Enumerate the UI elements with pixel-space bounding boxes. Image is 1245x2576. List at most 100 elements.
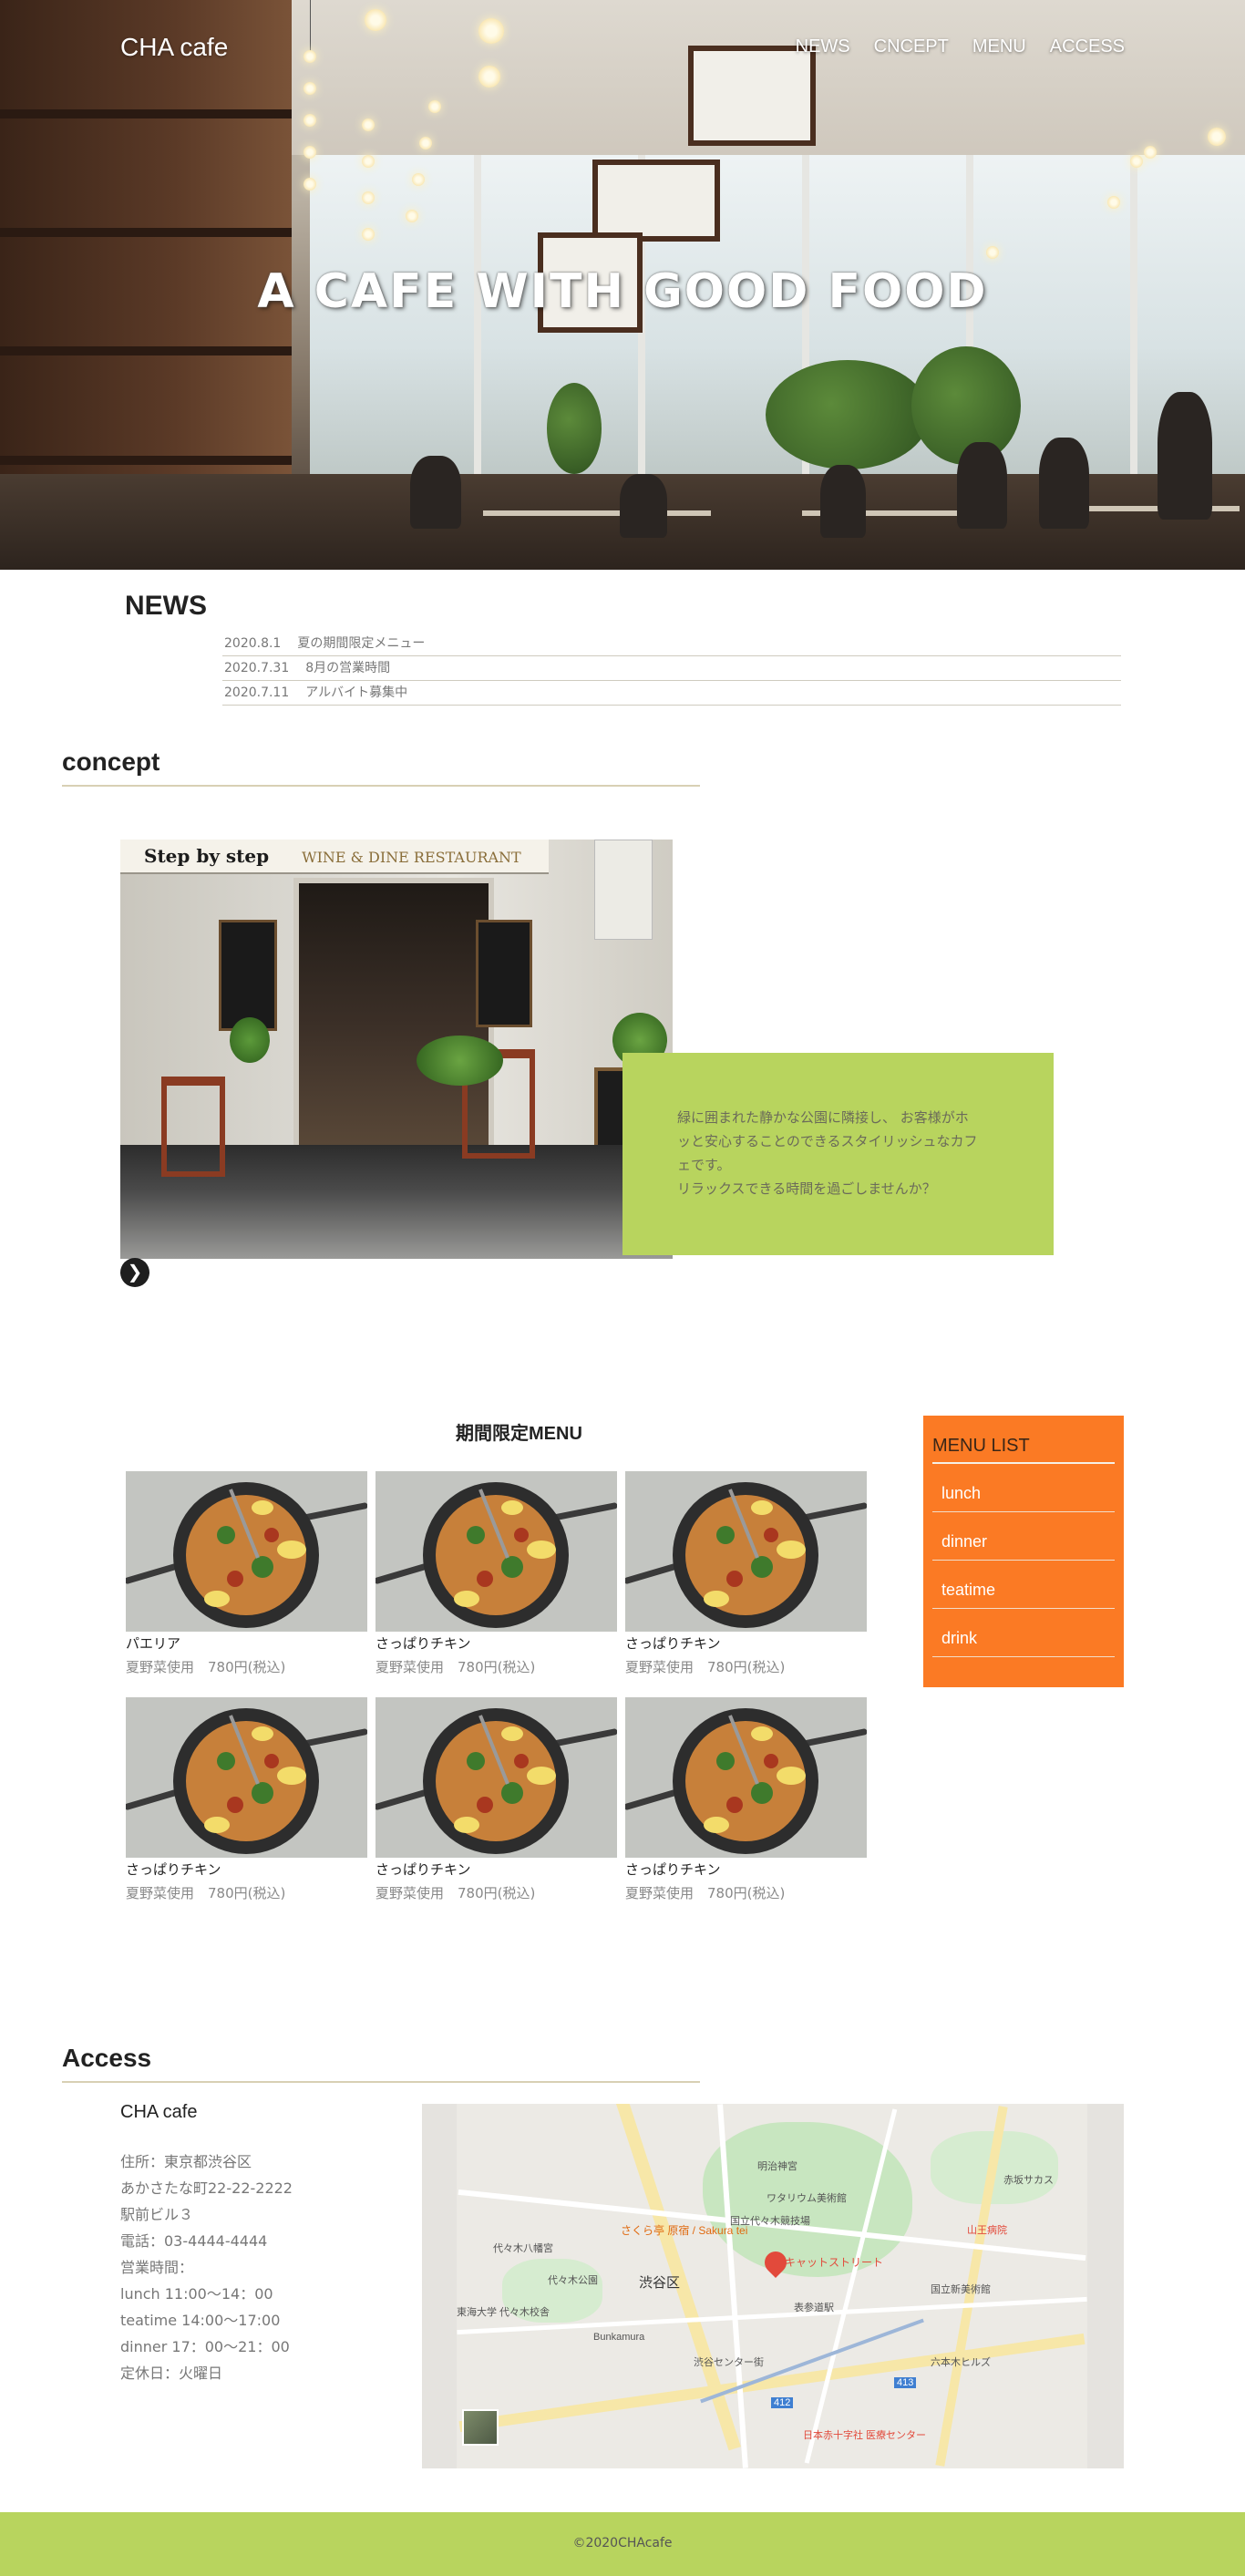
pendant-bulb-icon — [419, 137, 432, 149]
access-map[interactable]: 代々木八幡宮 代々木公園 明治神宮 国立代々木競技場 渋谷区 さくら亭 原宿 /… — [422, 2104, 1124, 2468]
paella-greens — [252, 1782, 273, 1804]
menu-list-item-teatime[interactable]: teatime — [932, 1561, 1115, 1609]
hero-plant — [766, 360, 930, 469]
paella-greens — [217, 1526, 235, 1544]
lemon-wedge — [501, 1726, 523, 1741]
menu-card[interactable]: さっぱりチキン 夏野菜使用 780円(税込) — [376, 1471, 617, 1675]
paella-pepper — [726, 1797, 743, 1813]
paella-greens — [501, 1556, 523, 1578]
hero-table — [483, 510, 711, 516]
menu-card[interactable]: パエリア 夏野菜使用 780円(税込) — [126, 1471, 367, 1675]
dish-desc: 夏野菜使用 780円(税込) — [625, 1885, 786, 1901]
menu-list-item-drink[interactable]: drink — [932, 1609, 1115, 1657]
menu-card[interactable]: さっぱりチキン 夏野菜使用 780円(税込) — [625, 1697, 867, 1901]
paella-illustration — [625, 1471, 867, 1632]
brand-logo[interactable]: CHA cafe — [120, 33, 228, 62]
dish-photo — [625, 1697, 867, 1858]
concept-text-box: 緑に囲まれた静かな公園に隣接し、 お客様がホ ッと安心することのできるスタイリッ… — [622, 1053, 1054, 1255]
circle-arrow-right-icon[interactable]: ❯ — [120, 1258, 149, 1287]
news-item[interactable]: 2020.8.1 夏の期間限定メニュー — [222, 632, 1121, 656]
map-label: 渋谷区 — [639, 2275, 681, 2291]
nav-concept[interactable]: CNCEPT — [874, 36, 949, 57]
lemon-wedge — [777, 1540, 806, 1559]
news-text: アルバイト募集中 — [305, 685, 408, 700]
sign-subtext: WINE & DINE RESTAURANT — [302, 849, 521, 866]
news-date: 2020.8.1 — [224, 636, 282, 651]
menu-card[interactable]: さっぱりチキン 夏野菜使用 780円(税込) — [126, 1697, 367, 1901]
news-date: 2020.7.31 — [224, 661, 290, 675]
dish-photo — [376, 1471, 617, 1632]
lemon-wedge — [252, 1726, 273, 1741]
menu-list-item-lunch[interactable]: lunch — [932, 1464, 1115, 1512]
nav-menu[interactable]: MENU — [972, 36, 1026, 57]
paella-illustration — [126, 1471, 367, 1632]
shelf-board — [0, 109, 292, 118]
nav-access[interactable]: ACCESS — [1050, 36, 1125, 57]
map-label: 渋谷センター街 — [694, 2357, 764, 2368]
paella-greens — [751, 1782, 773, 1804]
menu-card[interactable]: さっぱりチキン 夏野菜使用 780円(税込) — [625, 1471, 867, 1675]
paella-pepper — [264, 1754, 279, 1768]
pendant-bulb-icon — [478, 18, 504, 44]
lemon-wedge — [704, 1591, 729, 1607]
news-date: 2020.7.11 — [224, 685, 290, 700]
menu-card[interactable]: さっぱりチキン 夏野菜使用 780円(税込) — [376, 1697, 617, 1901]
map-label: ワタリウム美術館 — [767, 2193, 847, 2204]
paella-greens — [716, 1752, 735, 1770]
map-road — [458, 2333, 1086, 2433]
menu-poster — [594, 840, 653, 940]
news-item[interactable]: 2020.7.11 アルバイト募集中 — [222, 681, 1121, 706]
hours-line: teatime 14:00～17:00 — [120, 2312, 281, 2329]
paella-pepper — [227, 1571, 243, 1587]
dish-desc: 夏野菜使用 780円(税込) — [376, 1885, 536, 1901]
pendant-bulb-icon — [362, 118, 375, 131]
map-canvas[interactable]: 代々木八幡宮 代々木公園 明治神宮 国立代々木競技場 渋谷区 さくら亭 原宿 /… — [457, 2104, 1087, 2468]
pendant-bulb-icon — [1144, 146, 1157, 159]
paella-greens — [467, 1526, 485, 1544]
wall-picture — [592, 160, 720, 242]
news-item[interactable]: 2020.7.31 8月の営業時間 — [222, 656, 1121, 681]
paella-pepper — [264, 1528, 279, 1542]
paella-greens — [252, 1556, 273, 1578]
dish-desc: 夏野菜使用 780円(税込) — [376, 1659, 536, 1675]
dish-photo — [376, 1697, 617, 1858]
access-divider — [62, 2081, 700, 2083]
pendant-bulb-icon — [478, 66, 500, 88]
lemon-wedge — [277, 1540, 306, 1559]
lemon-wedge — [704, 1817, 729, 1833]
map-label: 国立新美術館 — [931, 2284, 991, 2295]
pendant-bulb-icon — [304, 50, 316, 63]
dish-photo — [625, 1471, 867, 1632]
address-line: 住所：東京都渋谷区 — [120, 2153, 252, 2170]
paella-pepper — [477, 1571, 493, 1587]
dish-name: さっぱりチキン — [625, 1635, 721, 1652]
map-label: 山王病院 — [967, 2225, 1007, 2236]
map-label: 明治神宮 — [757, 2161, 797, 2172]
lemon-wedge — [501, 1500, 523, 1515]
menu-list-panel: MENU LIST lunch dinner teatime drink — [923, 1416, 1124, 1687]
menu-list-items: lunch dinner teatime drink — [932, 1464, 1115, 1657]
map-label: 東海大学 代々木校舎 — [457, 2307, 550, 2318]
map-label: 赤坂サカス — [1003, 2175, 1054, 2186]
pendant-bulb-icon — [1208, 128, 1226, 146]
lemon-wedge — [204, 1591, 230, 1607]
pendant-bulb-icon — [304, 178, 316, 191]
lemon-wedge — [527, 1767, 556, 1785]
hero-person — [410, 456, 461, 529]
hero-person — [1158, 392, 1212, 520]
pendant-bulb-icon — [304, 82, 316, 95]
map-route-badge: 413 — [894, 2377, 917, 2388]
hero-title: A CAFE WITH GOOD FOOD — [257, 264, 988, 319]
hero-person — [957, 442, 1007, 529]
paella-greens — [217, 1752, 235, 1770]
menu-list-item-dinner[interactable]: dinner — [932, 1512, 1115, 1561]
map-label: キャットストリート — [785, 2256, 884, 2269]
hero-person — [620, 474, 667, 538]
pendant-bulb-icon — [1107, 196, 1120, 209]
dish-name: さっぱりチキン — [376, 1861, 471, 1878]
pendant-bulb-icon — [362, 228, 375, 241]
paella-pepper — [514, 1754, 529, 1768]
lemon-wedge — [454, 1817, 479, 1833]
nav-news[interactable]: NEWS — [796, 36, 850, 57]
map-satellite-toggle[interactable] — [462, 2409, 499, 2446]
